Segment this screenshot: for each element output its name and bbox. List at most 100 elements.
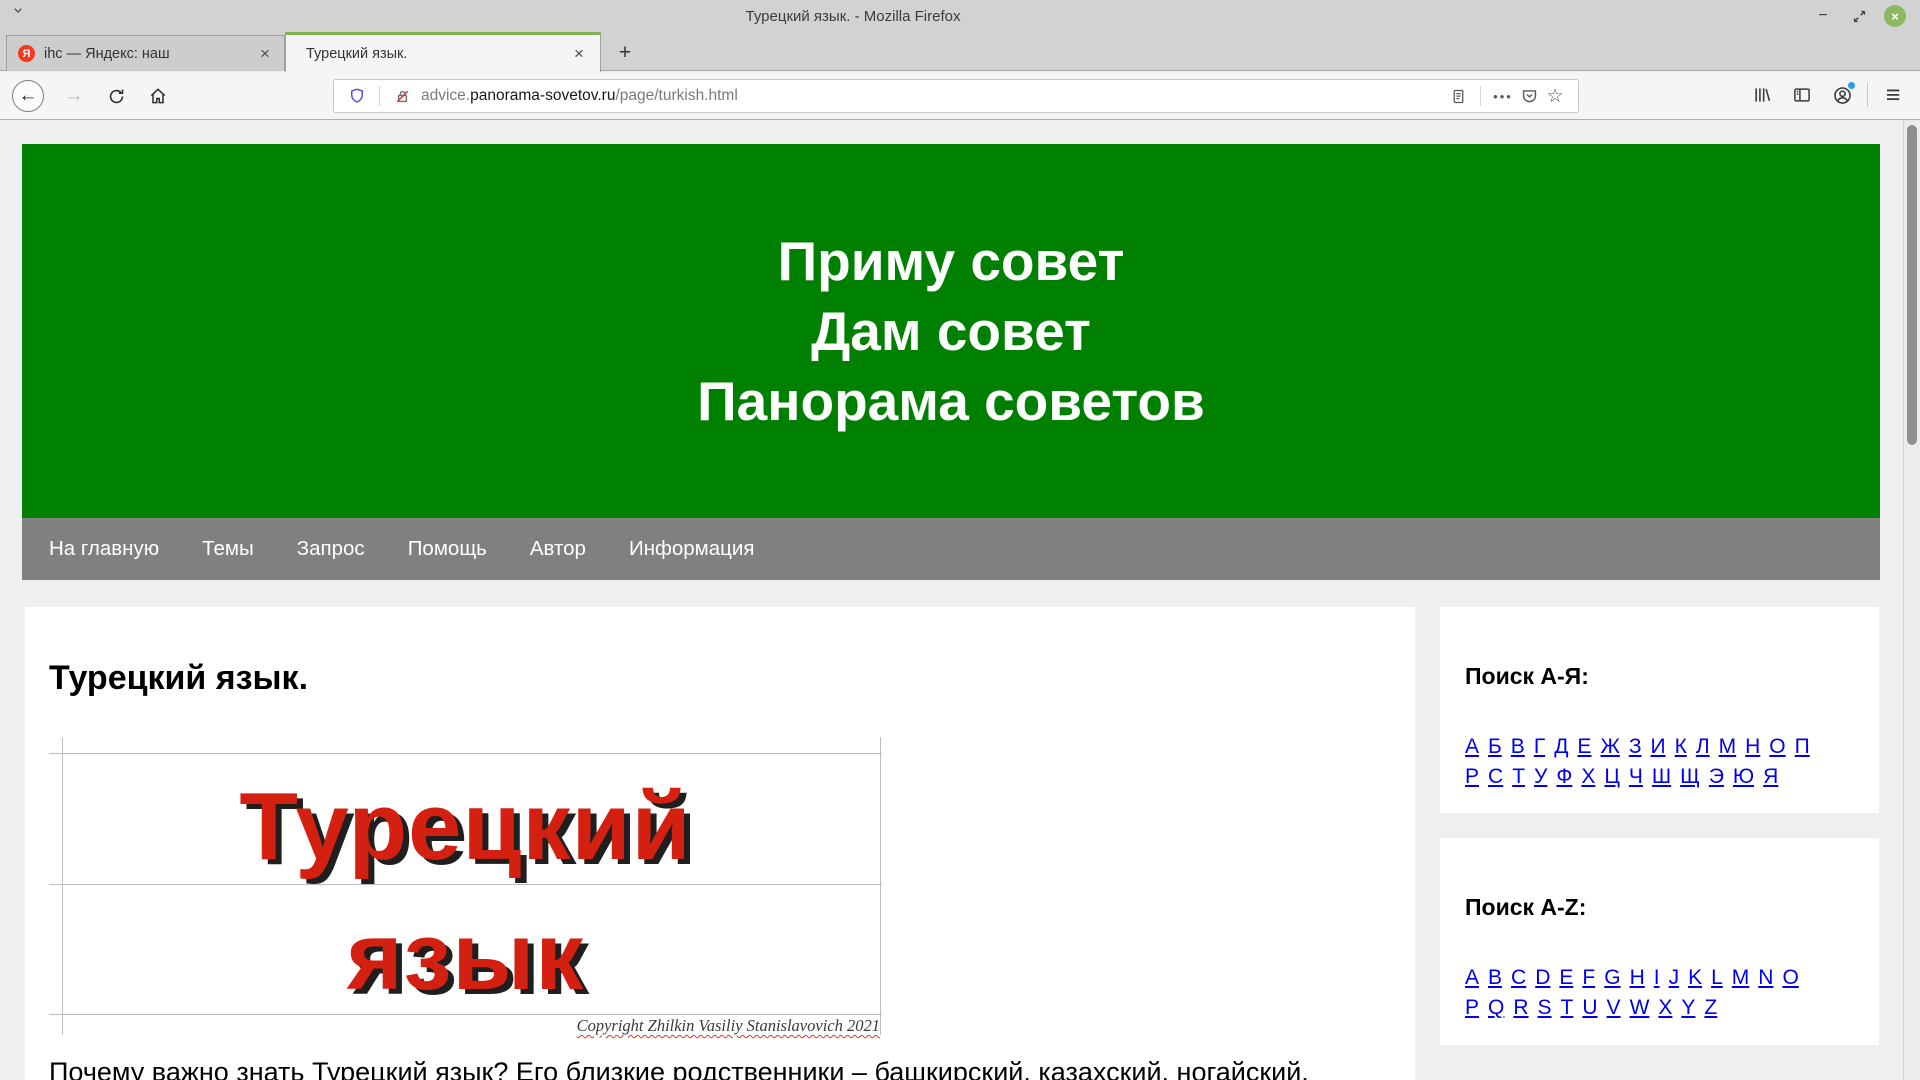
bookmark-star-icon[interactable]: ☆ [1542, 83, 1568, 109]
account-icon[interactable] [1827, 80, 1857, 110]
minimize-button[interactable]: − [1812, 5, 1834, 27]
letter-link[interactable]: З [1629, 732, 1642, 762]
letter-link[interactable]: O [1782, 963, 1798, 993]
letter-link[interactable]: Ю [1733, 762, 1754, 792]
reader-mode-icon[interactable] [1445, 83, 1471, 109]
close-button[interactable]: × [1884, 5, 1906, 27]
letter-link[interactable]: F [1582, 963, 1595, 993]
letter-link[interactable]: Е [1577, 732, 1591, 762]
new-tab-button[interactable]: + [612, 40, 638, 66]
letter-link[interactable]: I [1654, 963, 1660, 993]
letter-link[interactable]: D [1535, 963, 1550, 993]
restore-button[interactable] [1848, 5, 1870, 27]
tab-yandex[interactable]: Я ihc — Яндекс: наш × [6, 35, 285, 71]
letter-row: АБВГДЕЖЗИКЛМНОП [1465, 732, 1869, 762]
letter-link[interactable]: Д [1554, 732, 1568, 762]
menu-item[interactable]: На главную [49, 537, 159, 561]
letter-link[interactable]: Э [1709, 762, 1724, 792]
sidebar-search-cyrillic: Поиск А-Я: АБВГДЕЖЗИКЛМНОП РСТУФХЦЧШЩЭЮЯ [1440, 607, 1879, 813]
letter-link[interactable]: Р [1465, 762, 1479, 792]
sidebar-title: Поиск А-Я: [1440, 607, 1879, 690]
letter-link[interactable]: G [1604, 963, 1620, 993]
grid-line [49, 1014, 882, 1015]
letter-link[interactable]: Х [1581, 762, 1595, 792]
letter-link[interactable]: Ш [1652, 762, 1671, 792]
letter-link[interactable]: Щ [1680, 762, 1700, 792]
sidebar-toggle-icon[interactable] [1787, 80, 1817, 110]
sidebar-title: Поиск A-Z: [1440, 838, 1879, 921]
letter-link[interactable]: Я [1763, 762, 1778, 792]
letter-link[interactable]: Ж [1600, 732, 1619, 762]
letter-link[interactable]: N [1758, 963, 1773, 993]
reload-icon[interactable] [100, 80, 132, 112]
letter-link[interactable]: Q [1488, 993, 1504, 1023]
banner-line: Приму совет [778, 226, 1125, 296]
letter-link[interactable]: А [1465, 732, 1479, 762]
letter-link[interactable]: Y [1681, 993, 1695, 1023]
account-badge [1847, 81, 1856, 90]
letter-link[interactable]: Г [1534, 732, 1545, 762]
letter-link[interactable]: X [1658, 993, 1672, 1023]
back-button[interactable]: ← [12, 80, 44, 112]
menu-item[interactable]: Информация [629, 537, 755, 561]
letter-link[interactable]: B [1488, 963, 1502, 993]
letter-link[interactable]: P [1465, 993, 1479, 1023]
tracking-shield-icon[interactable] [344, 83, 370, 109]
letter-link[interactable]: И [1651, 732, 1666, 762]
letter-link[interactable]: Б [1488, 732, 1502, 762]
menu-item[interactable]: Запрос [297, 537, 365, 561]
letter-link[interactable]: V [1607, 993, 1621, 1023]
letter-link[interactable]: Z [1704, 993, 1717, 1023]
letter-link[interactable]: У [1534, 762, 1547, 792]
scrollbar-thumb[interactable] [1907, 125, 1917, 445]
library-icon[interactable] [1747, 80, 1777, 110]
letter-link[interactable]: S [1538, 993, 1552, 1023]
letter-link[interactable]: E [1559, 963, 1573, 993]
letter-link[interactable]: П [1795, 732, 1810, 762]
tab-bar: Я ihc — Яндекс: наш × Турецкий язык. × + [0, 32, 1920, 71]
letter-link[interactable]: A [1465, 963, 1479, 993]
page-actions-icon[interactable]: ••• [1490, 83, 1516, 109]
letter-link[interactable]: H [1630, 963, 1645, 993]
letter-link[interactable]: U [1582, 993, 1597, 1023]
image-copyright: Copyright Zhilkin Vasiliy Stanislavovich… [577, 1016, 880, 1036]
insecure-lock-icon[interactable] [389, 83, 415, 109]
letter-link[interactable]: C [1511, 963, 1526, 993]
pocket-icon[interactable] [1516, 83, 1542, 109]
letter-link[interactable]: Л [1696, 732, 1710, 762]
window-title: Турецкий язык. - Mozilla Firefox [0, 8, 1706, 25]
letter-link[interactable]: J [1669, 963, 1680, 993]
home-icon[interactable] [142, 80, 174, 112]
letter-link[interactable]: L [1711, 963, 1723, 993]
letter-link[interactable]: M [1732, 963, 1750, 993]
page-viewport: Приму советДам советПанорама советов На … [0, 120, 1920, 1080]
letter-link[interactable]: W [1630, 993, 1650, 1023]
page-scrollbar[interactable] [1903, 120, 1920, 1080]
letter-link[interactable]: Ч [1629, 762, 1643, 792]
url-bar[interactable]: advice.panorama-sovetov.ru/page/turkish.… [333, 79, 1579, 113]
letter-link[interactable]: Т [1512, 762, 1525, 792]
tab-close-icon[interactable]: × [254, 43, 276, 65]
menu-item[interactable]: Темы [202, 537, 254, 561]
letter-link[interactable]: R [1513, 993, 1528, 1023]
letter-link[interactable]: K [1688, 963, 1702, 993]
letter-link[interactable]: С [1488, 762, 1503, 792]
tab-close-icon[interactable]: × [568, 43, 590, 65]
letter-link[interactable]: М [1719, 732, 1737, 762]
article-image: Турецкий язык Copyright Zhilkin Vasiliy … [49, 737, 882, 1035]
letter-link[interactable]: Ф [1556, 762, 1572, 792]
letter-links: ABCDEFGHIJKLMNO PQRSTUVWXYZ [1440, 921, 1879, 1023]
letter-link[interactable]: Ц [1604, 762, 1620, 792]
banner-line: Дам совет [811, 296, 1091, 366]
app-menu-icon[interactable]: ≡ [1878, 80, 1908, 110]
letter-link[interactable]: В [1511, 732, 1525, 762]
letter-row: PQRSTUVWXYZ [1465, 993, 1869, 1023]
letter-link[interactable]: О [1769, 732, 1785, 762]
letter-link[interactable]: Н [1745, 732, 1760, 762]
tab-turkish-active[interactable]: Турецкий язык. × [285, 32, 601, 72]
menu-item[interactable]: Помощь [408, 537, 487, 561]
article-card: Турецкий язык. Турецкий язык Copyright Z… [25, 607, 1415, 1080]
menu-item[interactable]: Автор [530, 537, 586, 561]
letter-link[interactable]: T [1561, 993, 1574, 1023]
letter-link[interactable]: К [1675, 732, 1687, 762]
